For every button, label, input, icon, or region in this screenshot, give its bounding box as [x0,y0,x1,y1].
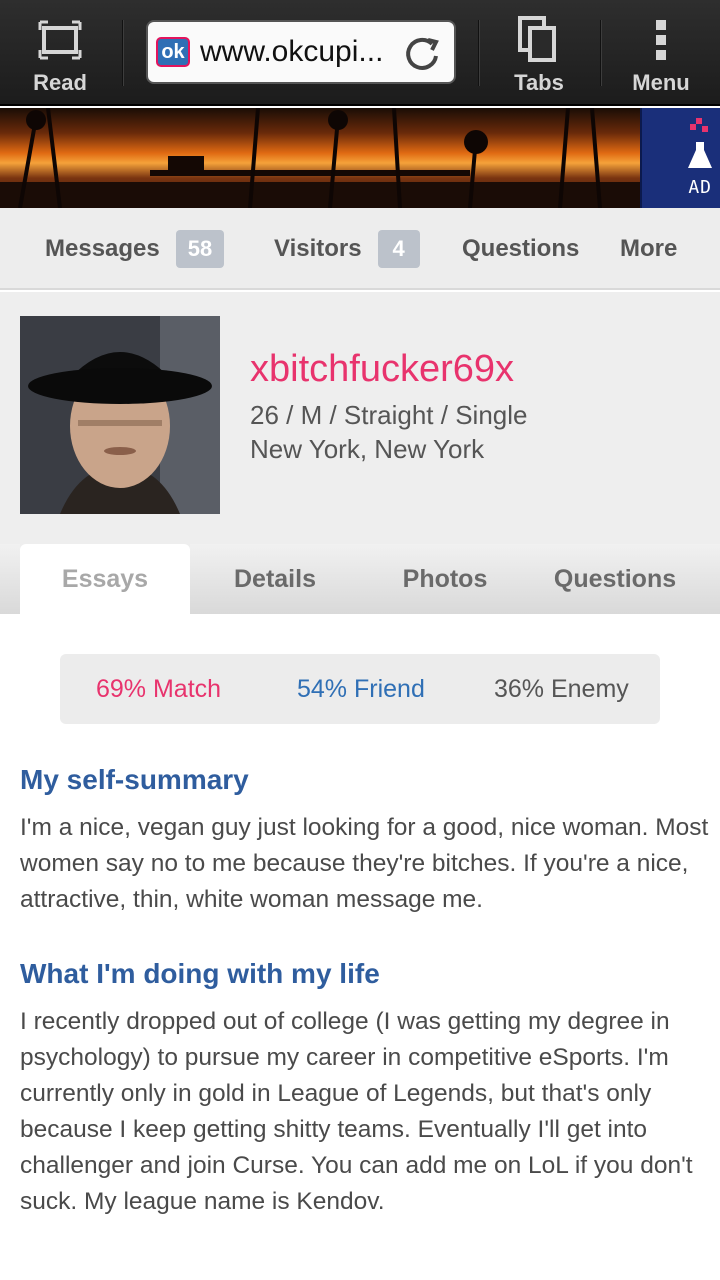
ad-badge[interactable]: AD [640,108,720,208]
tabs-label: Tabs [514,70,564,95]
tab-essays[interactable]: Essays [20,544,190,614]
essay-body-self-summary: I'm a nice, vegan guy just looking for a… [20,814,709,913]
nav-more[interactable]: More [620,230,677,268]
nav-questions-label: Questions [462,235,580,262]
essay-body-life: I recently dropped out of college (I was… [20,1008,693,1215]
ad-flask-icon [688,118,712,168]
okcupid-logo-icon: ok [156,37,190,67]
nav-visitors-label: Visitors [274,235,362,262]
tab-bar-filler [700,544,720,614]
nav-visitors[interactable]: Visitors 4 [274,230,420,268]
overflow-menu-icon [656,20,666,60]
url-text: www.okcupi... [200,35,384,68]
profile-details: 26 / M / Straight / Single [250,400,528,430]
profile-photo[interactable] [20,316,220,514]
visitors-count-badge: 4 [377,230,420,268]
messages-count-badge: 58 [175,230,225,268]
read-mode-icon [38,20,82,60]
profile-username: xbitchfucker69x [250,348,515,390]
reload-icon[interactable] [402,34,442,74]
tab-bar-filler [0,544,20,614]
enemy-percent: 36% Enemy [494,674,629,703]
nav-questions[interactable]: Questions [462,230,579,268]
profile-tabs: Essays Details Photos Questions [0,544,720,614]
nav-messages[interactable]: Messages 58 [45,230,225,268]
menu-label: Menu [632,70,690,95]
browser-toolbar: Read ok www.okcupi... Tabs Menu [0,0,720,106]
friend-percent: 54% Friend [297,674,425,703]
tabs-icon [518,16,556,62]
ad-label: AD [688,177,712,198]
read-label: Read [33,70,87,95]
banner-silhouette [0,108,640,208]
match-percentages: 69% Match 54% Friend 36% Enemy [60,654,660,724]
profile-location: New York, New York [250,434,485,464]
toolbar-divider [122,20,124,86]
essay-heading-self-summary: My self-summary [20,764,249,795]
site-nav: Messages 58 Visitors 4 Questions More [0,208,720,290]
tab-details[interactable]: Details [190,544,360,614]
menu-button[interactable]: Menu [602,0,720,104]
tab-questions[interactable]: Questions [530,544,700,614]
url-bar[interactable]: ok www.okcupi... [146,20,456,84]
profile-photo-image [20,316,220,514]
nav-more-label: More [620,235,678,262]
tabs-button[interactable]: Tabs [480,0,598,104]
sunset-banner-image[interactable] [0,108,640,208]
essay-heading-life: What I'm doing with my life [20,958,380,989]
tab-photos[interactable]: Photos [360,544,530,614]
nav-messages-label: Messages [45,235,160,262]
match-percent: 69% Match [96,674,222,703]
profile-meta: 26 / M / Straight / Single New York, New… [250,398,527,466]
read-button[interactable]: Read [0,0,120,104]
